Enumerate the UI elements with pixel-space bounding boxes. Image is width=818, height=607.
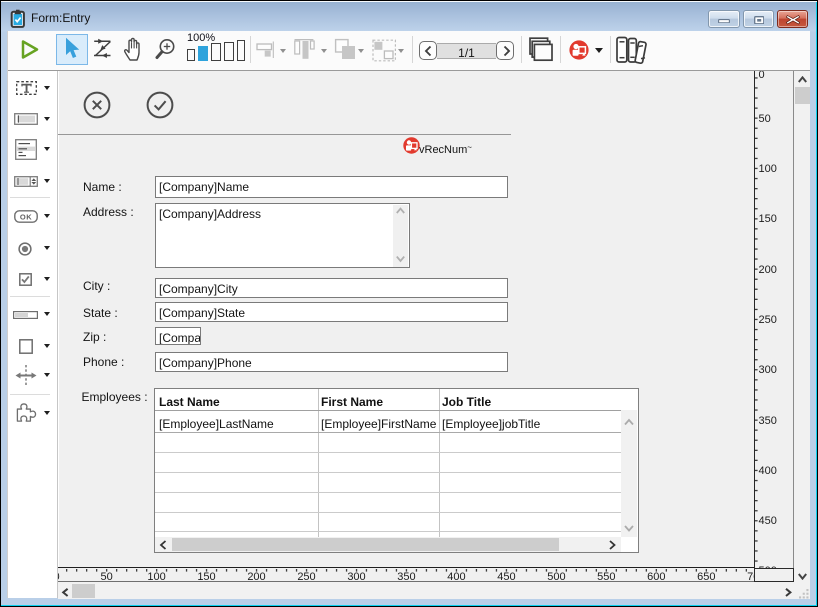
svg-text:OK: OK: [20, 212, 32, 221]
